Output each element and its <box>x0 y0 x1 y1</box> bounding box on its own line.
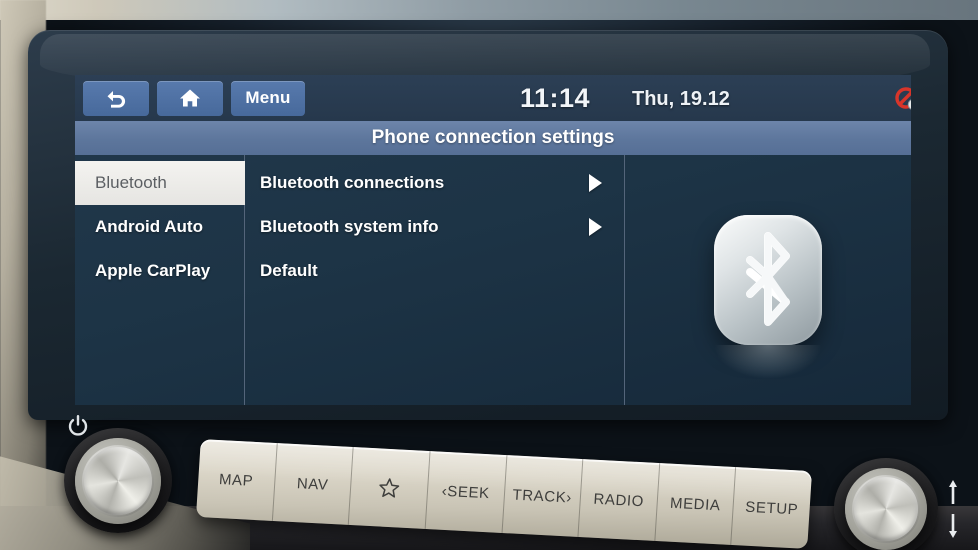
sidebar-item-apple-carplay[interactable]: Apple CarPlay <box>75 249 244 293</box>
list-item-label: Bluetooth system info <box>260 217 439 236</box>
hw-button-label: RADIO <box>593 490 645 510</box>
hw-button-label: MEDIA <box>669 494 722 514</box>
hw-button-favorite[interactable] <box>349 447 431 529</box>
list-item-label: Default <box>260 261 318 280</box>
sidebar-item-android-auto[interactable]: Android Auto <box>75 205 244 249</box>
hw-button-label: ‹SEEK <box>441 482 491 502</box>
windshield-reflection <box>0 0 978 20</box>
list-item-label: Bluetooth connections <box>260 173 445 192</box>
settings-list: Bluetooth connections Bluetooth system i… <box>245 155 625 405</box>
chevron-right-icon <box>589 218 602 236</box>
sidebar-item-label: Bluetooth <box>95 173 167 192</box>
hw-button-radio[interactable]: RADIO <box>578 459 660 541</box>
mute-disabled-icon <box>895 87 911 113</box>
hw-button-label: TRACK› <box>512 485 573 507</box>
infotainment-screen[interactable]: Menu 11:14 Thu, 19.12 Phone connection s… <box>75 75 911 405</box>
hw-button-label: NAV <box>296 474 329 494</box>
hw-button-seek[interactable]: ‹SEEK <box>425 451 507 533</box>
tune-knob[interactable] <box>845 468 927 550</box>
hw-button-media[interactable]: MEDIA <box>655 463 737 545</box>
tune-updown-arrows-icon <box>944 478 962 540</box>
menu-button-label: Menu <box>245 88 291 107</box>
sidebar-item-label: Apple CarPlay <box>95 261 211 280</box>
hw-button-label: MAP <box>218 470 254 490</box>
status-header: Menu 11:14 Thu, 19.12 <box>75 75 911 121</box>
home-icon <box>178 87 202 109</box>
power-icon <box>68 415 88 437</box>
back-arrow-icon <box>103 87 129 109</box>
chevron-right-icon <box>589 174 602 192</box>
list-item-bluetooth-connections[interactable]: Bluetooth connections <box>245 161 624 205</box>
back-button[interactable] <box>83 80 149 116</box>
star-icon <box>378 476 401 499</box>
home-button[interactable] <box>157 80 223 116</box>
sidebar-item-bluetooth[interactable]: Bluetooth <box>75 161 245 205</box>
hw-button-setup[interactable]: SETUP <box>731 467 813 549</box>
category-sidebar: Bluetooth Android Auto Apple CarPlay <box>75 155 245 405</box>
hw-button-label: SETUP <box>744 498 799 518</box>
page-title: Phone connection settings <box>75 121 911 155</box>
sidebar-item-label: Android Auto <box>95 217 203 236</box>
list-item-default[interactable]: Default <box>245 249 624 293</box>
hw-button-map[interactable]: MAP <box>195 439 278 521</box>
hw-button-track[interactable]: TRACK› <box>502 455 584 537</box>
volume-knob[interactable] <box>75 438 161 524</box>
menu-button[interactable]: Menu <box>231 80 305 116</box>
clock-date: Thu, 19.12 <box>632 88 730 110</box>
hw-button-nav[interactable]: NAV <box>272 443 354 525</box>
list-item-bluetooth-system-info[interactable]: Bluetooth system info <box>245 205 624 249</box>
head-unit-dashboard: Menu 11:14 Thu, 19.12 Phone connection s… <box>0 0 978 550</box>
bluetooth-logo <box>714 215 822 379</box>
clock-time: 11:14 <box>520 83 591 113</box>
bluetooth-logo-panel <box>625 155 911 405</box>
settings-body: Bluetooth Android Auto Apple CarPlay Blu… <box>75 155 911 405</box>
